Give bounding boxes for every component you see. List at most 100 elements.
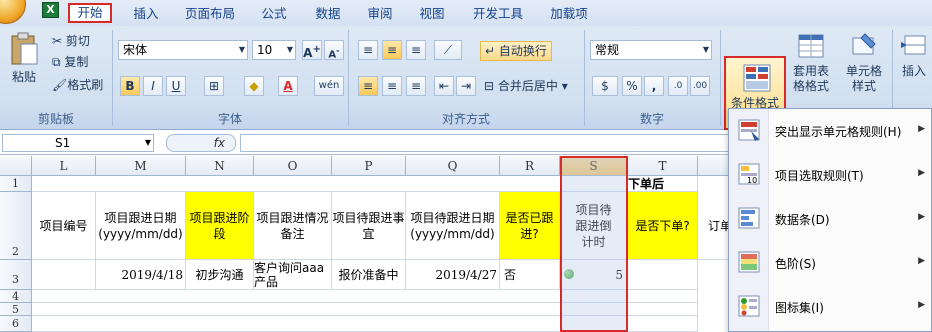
italic-button[interactable]: I [143,76,163,96]
decrease-indent-button[interactable]: ⇤ [434,76,454,96]
menu-item-icon-sets[interactable]: 图标集(I) ▶ [729,285,932,329]
column-header-r[interactable]: R [500,156,560,176]
cell-l3[interactable] [32,260,96,290]
bold-button[interactable]: B [120,76,140,96]
paste-icon [11,32,38,65]
select-all-corner[interactable] [0,156,32,176]
tab-view[interactable]: 视图 [414,4,450,24]
tab-addins[interactable]: 加载项 [546,4,592,24]
shrink-font-button[interactable]: A- [324,40,344,60]
menu-item-data-bars[interactable]: 数据条(D) ▶ [729,197,932,241]
column-header-q[interactable]: Q [406,156,500,176]
column-header-s[interactable]: S [560,156,628,176]
group-separator [720,30,721,126]
insert-function-button[interactable]: fx [166,134,236,152]
row-header-3[interactable]: 3 [0,260,32,290]
comma-button[interactable]: , [644,76,664,96]
cell-r3[interactable]: 否 [500,260,560,290]
cell-r2[interactable]: 是否已跟进? [500,192,560,260]
submenu-arrow-icon: ▶ [918,212,925,222]
row-header-1[interactable]: 1 [0,176,32,192]
cell-s2[interactable]: 项目待跟进倒计时 [560,192,628,260]
insert-cells-button[interactable]: 插入 [896,30,932,79]
decrease-decimal-button[interactable]: .00 [690,76,710,96]
cell-q2[interactable]: 项目待跟进日期(yyyy/mm/dd) [406,192,500,260]
tab-page-layout[interactable]: 页面布局 [180,4,240,24]
cell-t3[interactable] [628,260,698,290]
underline-button[interactable]: U [166,76,186,96]
cell-m2[interactable]: 项目跟进日期(yyyy/mm/dd) [96,192,186,260]
font-size-value: 10 [257,43,273,57]
align-center-button[interactable]: ≡ [382,76,402,96]
cell-m3[interactable]: 2019/4/18 [96,260,186,290]
cell-t1[interactable]: 下单后 [628,176,698,192]
copy-button[interactable]: ⧉ 复制 [52,53,88,71]
column-header-m[interactable]: M [96,156,186,176]
row-header-5[interactable]: 5 [0,303,32,316]
align-top-button[interactable]: ≡ [358,40,378,60]
cell-l2[interactable]: 项目编号 [32,192,96,260]
tab-insert[interactable]: 插入 [128,4,164,24]
excel-icon[interactable]: X [42,2,59,18]
cell-n3[interactable]: 初步沟通 [186,260,254,290]
tab-home[interactable]: 开始 [68,3,112,23]
paste-button[interactable]: 粘贴 [6,32,42,104]
menu-item-label: 项目选取规则(T) [775,169,864,183]
percent-button[interactable]: % [622,76,642,96]
row-1-cells[interactable] [32,176,628,192]
orientation-button[interactable]: ⟋ [434,40,462,60]
cell-o2[interactable]: 项目跟进情况备注 [254,192,332,260]
wrap-text-button[interactable]: ↵ 自动换行 [480,41,552,61]
row-header-4[interactable]: 4 [0,290,32,303]
cell-styles-button[interactable]: 单元格样式 [842,30,886,94]
row-5-cells[interactable] [32,303,698,316]
tab-review[interactable]: 审阅 [362,4,398,24]
format-as-table-button[interactable]: 套用表格格式 [788,30,834,94]
font-size-combo[interactable]: 10 ▼ [252,40,296,60]
row-4-cells[interactable] [32,290,698,303]
name-box[interactable]: S1 ▼ [2,134,154,152]
cell-o3[interactable]: 客户询问aaa产品 [254,260,332,290]
cell-t2[interactable]: 是否下单? [628,192,698,260]
font-name-combo[interactable]: 宋体 ▼ [118,40,248,60]
align-bottom-button[interactable]: ≡ [406,40,426,60]
align-middle-button[interactable]: ≡ [382,40,402,60]
menu-item-highlight-rules[interactable]: 突出显示单元格规则(H) ▶ [729,109,932,153]
font-color-button[interactable]: A [278,76,298,96]
cell-n2[interactable]: 项目跟进阶段 [186,192,254,260]
menu-item-top-bottom-rules[interactable]: 10 项目选取规则(T) ▶ [729,153,932,197]
align-left-button[interactable]: ≡ [358,76,378,96]
cell-p3[interactable]: 报价准备中 [332,260,406,290]
increase-decimal-button[interactable]: .0 [668,76,688,96]
office-button[interactable] [0,0,26,24]
fill-color-button[interactable]: ◆ [244,76,264,96]
tab-formulas[interactable]: 公式 [256,4,292,24]
column-header-o[interactable]: O [254,156,332,176]
increase-indent-button[interactable]: ⇥ [456,76,476,96]
row-header-6[interactable]: 6 [0,316,32,332]
align-right-button[interactable]: ≡ [406,76,426,96]
insert-cells-icon [901,35,926,55]
menu-item-color-scales[interactable]: 色阶(S) ▶ [729,241,932,285]
column-header-t[interactable]: T [628,156,698,176]
cut-button[interactable]: ✂ 剪切 [52,32,90,50]
tab-data[interactable]: 数据 [310,4,346,24]
column-header-p[interactable]: P [332,156,406,176]
dropdown-arrow-icon: ▼ [286,45,293,54]
dropdown-arrow-icon: ▼ [144,138,151,147]
accounting-format-button[interactable]: $ [592,76,618,96]
borders-button[interactable]: ⊞ [204,76,224,96]
format-painter-button[interactable]: 🖌格式刷 [52,76,103,94]
grow-font-button[interactable]: A+ [302,40,322,60]
number-format-combo[interactable]: 常规 ▼ [590,40,712,60]
dropdown-arrow-icon: ▼ [702,45,709,54]
column-header-l[interactable]: L [32,156,96,176]
cell-p2[interactable]: 项目待跟进事宜 [332,192,406,260]
merge-center-button[interactable]: ⊟ 合并后居中 ▾ [484,77,568,95]
phonetic-button[interactable]: wén [314,76,344,96]
row-6-cells[interactable] [32,316,698,332]
column-header-n[interactable]: N [186,156,254,176]
tab-developer[interactable]: 开发工具 [468,4,528,24]
row-header-2[interactable]: 2 [0,192,32,260]
cell-q3[interactable]: 2019/4/27 [406,260,500,290]
